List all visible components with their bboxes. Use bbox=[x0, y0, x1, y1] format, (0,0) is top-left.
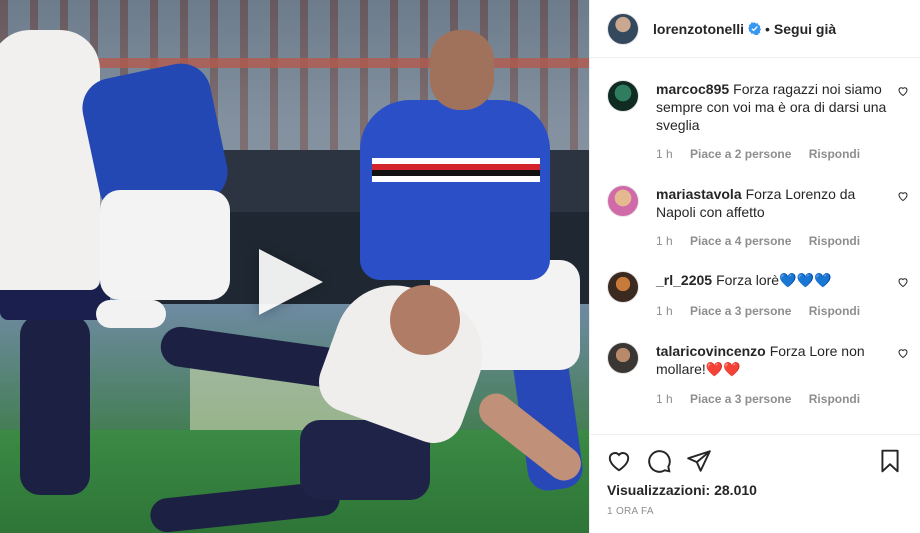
player-blue-shorts bbox=[100, 190, 230, 300]
avatar[interactable] bbox=[607, 342, 639, 374]
comment-text: Forza lorè💙💙💙 bbox=[716, 272, 832, 288]
bookmark-icon[interactable] bbox=[877, 448, 903, 474]
share-icon[interactable] bbox=[686, 448, 712, 474]
avatar[interactable] bbox=[607, 185, 639, 217]
owner-username[interactable]: lorenzotonelli bbox=[653, 21, 744, 37]
player-boot bbox=[96, 300, 166, 328]
post-side-panel: lorenzotonelli • Segui già marcoc895 Forz… bbox=[589, 0, 920, 533]
post-timestamp[interactable]: 1 ORA FA bbox=[607, 506, 654, 517]
reply-button[interactable]: Rispondi bbox=[809, 392, 860, 406]
avatar[interactable] bbox=[607, 80, 639, 112]
follow-status-button[interactable]: Segui già bbox=[774, 21, 836, 37]
comment-time: 1 h bbox=[656, 304, 673, 318]
views-label: Visualizzazioni: bbox=[607, 482, 711, 498]
comment-username[interactable]: _rl_2205 bbox=[656, 272, 712, 288]
avatar[interactable] bbox=[607, 12, 639, 45]
like-comment-heart-icon[interactable] bbox=[897, 190, 909, 202]
player-left-legs bbox=[20, 315, 90, 495]
comment-likes-link[interactable]: Piace a 3 persone bbox=[690, 304, 791, 318]
player-left bbox=[0, 30, 100, 290]
views-count: Visualizzazioni: 28.010 bbox=[607, 482, 757, 498]
comment-body: mariastavola Forza Lorenzo da Napoli con … bbox=[656, 185, 891, 221]
comment-likes-link[interactable]: Piace a 2 persone bbox=[690, 147, 791, 161]
comment-meta: 1 h Piace a 4 persone Rispondi bbox=[656, 234, 874, 248]
comment-username[interactable]: mariastavola bbox=[656, 186, 742, 202]
comment-body: talaricovincenzo Forza Lore non mollare!❤… bbox=[656, 342, 891, 378]
instagram-post-view: lorenzotonelli • Segui già marcoc895 Forz… bbox=[0, 0, 920, 533]
comment-time: 1 h bbox=[656, 392, 673, 406]
player-right-shirt bbox=[360, 100, 550, 280]
views-value: 28.010 bbox=[714, 482, 757, 498]
reply-button[interactable]: Rispondi bbox=[809, 147, 860, 161]
comment-meta: 1 h Piace a 3 persone Rispondi bbox=[656, 392, 874, 406]
player-falling-head bbox=[390, 285, 460, 355]
comment-likes-link[interactable]: Piace a 4 persone bbox=[690, 234, 791, 248]
heart-icon[interactable] bbox=[606, 448, 632, 474]
like-comment-heart-icon[interactable] bbox=[897, 347, 909, 359]
comment-time: 1 h bbox=[656, 147, 673, 161]
shirt-stripe bbox=[372, 158, 540, 182]
reply-button[interactable]: Rispondi bbox=[809, 234, 860, 248]
post-actions: Visualizzazioni: 28.010 1 ORA FA bbox=[590, 434, 920, 533]
play-icon[interactable] bbox=[259, 249, 323, 315]
comment-username[interactable]: talaricovincenzo bbox=[656, 343, 766, 359]
post-video[interactable] bbox=[0, 0, 589, 533]
verified-badge-icon bbox=[748, 22, 761, 35]
header-separator: • bbox=[765, 20, 770, 37]
reply-button[interactable]: Rispondi bbox=[809, 304, 860, 318]
like-comment-heart-icon[interactable] bbox=[897, 85, 909, 97]
comment-meta: 1 h Piace a 3 persone Rispondi bbox=[656, 304, 874, 318]
avatar[interactable] bbox=[607, 271, 639, 303]
comment-likes-link[interactable]: Piace a 3 persone bbox=[690, 392, 791, 406]
comment-username[interactable]: marcoc895 bbox=[656, 81, 729, 97]
comment-time: 1 h bbox=[656, 234, 673, 248]
comment-meta: 1 h Piace a 2 persone Rispondi bbox=[656, 147, 874, 161]
comment-body: _rl_2205 Forza lorè💙💙💙 bbox=[656, 271, 891, 289]
like-comment-heart-icon[interactable] bbox=[897, 276, 909, 288]
comment-icon[interactable] bbox=[646, 448, 672, 474]
comment-body: marcoc895 Forza ragazzi noi siamo sempre … bbox=[656, 80, 891, 134]
comments-list: marcoc895 Forza ragazzi noi siamo sempre … bbox=[590, 58, 920, 434]
post-header: lorenzotonelli • Segui già bbox=[590, 0, 920, 58]
player-right-head bbox=[430, 30, 494, 110]
